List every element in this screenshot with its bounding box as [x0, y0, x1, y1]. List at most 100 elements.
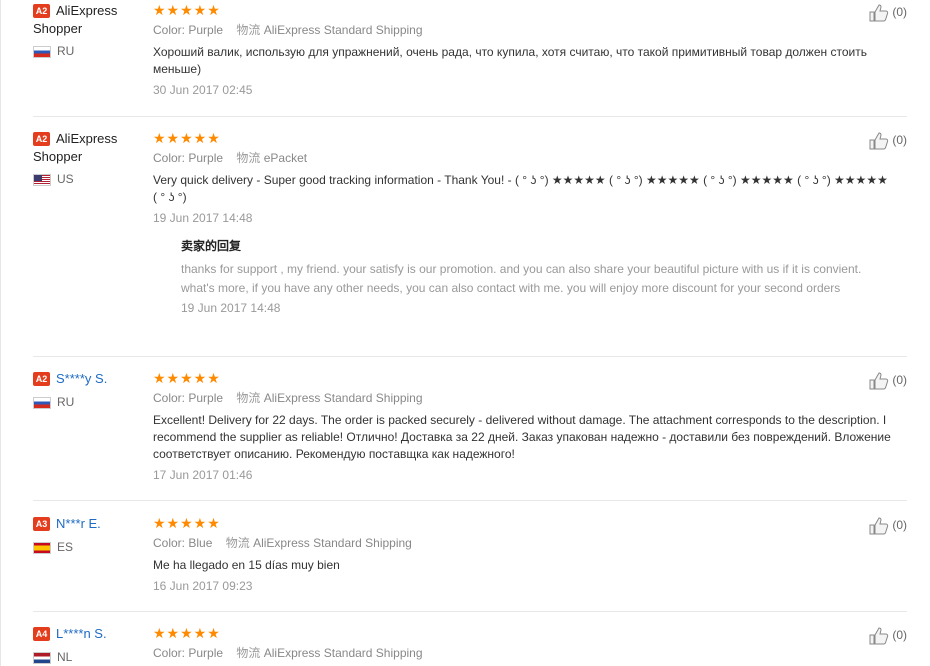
- rating-stars: ★★★★★: [153, 625, 221, 641]
- color-value: Purple: [188, 151, 224, 165]
- shipping-value: AliExpress Standard Shipping: [263, 646, 423, 660]
- country-code: RU: [57, 44, 75, 58]
- helpful-count: (0): [892, 628, 907, 643]
- review-separator: [33, 116, 907, 117]
- review-meta: Color: Blue 物流 AliExpress Standard Shipp…: [153, 535, 893, 551]
- thumbs-up-icon: [869, 627, 889, 645]
- level-badge: A2: [33, 4, 50, 18]
- review-content: ★★★★★ Color: Purple 物流 ePacket Very quic…: [153, 130, 893, 315]
- reviewer-info: A2 AliExpress Shopper: [33, 2, 145, 38]
- seller-reply: 卖家的回复 thanks for support , my friend. yo…: [181, 238, 893, 315]
- review-content: ★★★★★ Color: Purple 物流 AliExpress Standa…: [153, 370, 893, 483]
- seller-reply-title: 卖家的回复: [181, 239, 242, 253]
- shipping-label: 物流: [236, 646, 261, 660]
- rating-stars: ★★★★★: [153, 2, 221, 18]
- reviewer-info: A2 AliExpress Shopper: [33, 130, 145, 166]
- review-date: 16 Jun 2017 09:23: [153, 579, 253, 593]
- reviewer-country: US: [33, 171, 74, 187]
- level-badge: A2: [33, 132, 50, 146]
- shipping-label: 物流: [236, 391, 261, 405]
- flag-es-icon: [33, 541, 51, 554]
- review-meta: Color: Purple 物流 AliExpress Standard Shi…: [153, 22, 893, 38]
- review-item: A2 S****y S. RU ★★★★★ Color: Purple 物流 Al…: [33, 370, 907, 501]
- flag-ru-icon: [33, 396, 51, 409]
- reviewer-country: ES: [33, 539, 73, 555]
- helpful-button[interactable]: (0): [869, 132, 907, 150]
- reviewer-country: RU: [33, 394, 74, 410]
- helpful-button[interactable]: (0): [869, 372, 907, 390]
- helpful-count: (0): [892, 5, 907, 20]
- review-separator: [33, 611, 907, 612]
- color-label: Color:: [153, 391, 186, 405]
- color-value: Blue: [188, 536, 213, 550]
- helpful-button[interactable]: (0): [869, 4, 907, 22]
- level-badge: A3: [33, 517, 50, 531]
- reviewer-name[interactable]: S****y S.: [56, 371, 107, 386]
- review-separator: [33, 356, 907, 357]
- country-code: ES: [57, 540, 74, 554]
- review-meta: Color: Purple 物流 AliExpress Standard Shi…: [153, 645, 893, 661]
- review-item: A2 AliExpress Shopper US ★★★★★ Color: Pur…: [33, 130, 907, 357]
- rating-stars: ★★★★★: [153, 515, 221, 531]
- reviewer-info: A3 N***r E.: [33, 515, 145, 533]
- shipping-value: AliExpress Standard Shipping: [263, 23, 423, 37]
- seller-reply-text: thanks for support , my friend. your sat…: [181, 262, 862, 295]
- shipping-label: 物流: [236, 151, 261, 165]
- review-item: A3 N***r E. ES ★★★★★ Color: Blue 物流 AliEx…: [33, 515, 907, 612]
- review-item: A2 AliExpress Shopper RU ★★★★★ Color: Pur…: [33, 2, 907, 117]
- color-value: Purple: [188, 391, 224, 405]
- review-meta: Color: Purple 物流 ePacket: [153, 150, 893, 166]
- seller-reply-date: 19 Jun 2017 14:48: [181, 301, 281, 315]
- thumbs-up-icon: [869, 4, 889, 22]
- level-badge: A2: [33, 372, 50, 386]
- flag-ru-icon: [33, 45, 51, 58]
- color-label: Color:: [153, 151, 186, 165]
- helpful-button[interactable]: (0): [869, 627, 907, 645]
- review-content: ★★★★★ Color: Blue 物流 AliExpress Standard…: [153, 515, 893, 594]
- flag-nl-icon: [33, 651, 51, 664]
- reviewer-info: A2 S****y S.: [33, 370, 145, 388]
- shipping-value: AliExpress Standard Shipping: [253, 536, 412, 550]
- reviewer-info: A4 L****n S.: [33, 625, 145, 643]
- reviewer-country: NL: [33, 649, 72, 665]
- review-text: Very quick delivery - Super good trackin…: [153, 173, 888, 204]
- color-label: Color:: [153, 23, 186, 37]
- country-code: US: [57, 172, 74, 186]
- reviewer-name[interactable]: N***r E.: [56, 516, 101, 531]
- helpful-count: (0): [892, 373, 907, 388]
- shipping-label: 物流: [225, 536, 250, 550]
- review-text: Хороший валик, использую для упражнений,…: [153, 45, 867, 76]
- review-item: A4 L****n S. NL ★★★★★ Color: Purple 物流 Al…: [33, 625, 907, 666]
- rating-stars: ★★★★★: [153, 370, 221, 386]
- page-left-border: [0, 0, 1, 666]
- reviewer-name[interactable]: L****n S.: [56, 626, 107, 641]
- helpful-count: (0): [892, 518, 907, 533]
- review-date: 19 Jun 2017 14:48: [153, 211, 253, 225]
- helpful-count: (0): [892, 133, 907, 148]
- shipping-value: ePacket: [263, 151, 308, 165]
- review-text: Me ha llegado en 15 días muy bien: [153, 558, 340, 572]
- color-value: Purple: [188, 646, 224, 660]
- shipping-value: AliExpress Standard Shipping: [263, 391, 423, 405]
- thumbs-up-icon: [869, 372, 889, 390]
- review-meta: Color: Purple 物流 AliExpress Standard Shi…: [153, 390, 893, 406]
- thumbs-up-icon: [869, 132, 889, 150]
- review-date: 30 Jun 2017 02:45: [153, 83, 253, 97]
- review-content: ★★★★★ Color: Purple 物流 AliExpress Standa…: [153, 2, 893, 98]
- review-text: Excellent! Delivery for 22 days. The ord…: [153, 413, 891, 461]
- thumbs-up-icon: [869, 517, 889, 535]
- rating-stars: ★★★★★: [153, 130, 221, 146]
- review-date: 17 Jun 2017 01:46: [153, 468, 253, 482]
- flag-us-icon: [33, 173, 51, 186]
- helpful-button[interactable]: (0): [869, 517, 907, 535]
- reviewer-country: RU: [33, 43, 74, 59]
- country-code: NL: [57, 650, 73, 664]
- color-label: Color:: [153, 646, 186, 660]
- shipping-label: 物流: [236, 23, 261, 37]
- country-code: RU: [57, 395, 75, 409]
- review-content: ★★★★★ Color: Purple 物流 AliExpress Standa…: [153, 625, 893, 661]
- review-separator: [33, 500, 907, 501]
- color-value: Purple: [188, 23, 224, 37]
- level-badge: A4: [33, 627, 50, 641]
- color-label: Color:: [153, 536, 186, 550]
